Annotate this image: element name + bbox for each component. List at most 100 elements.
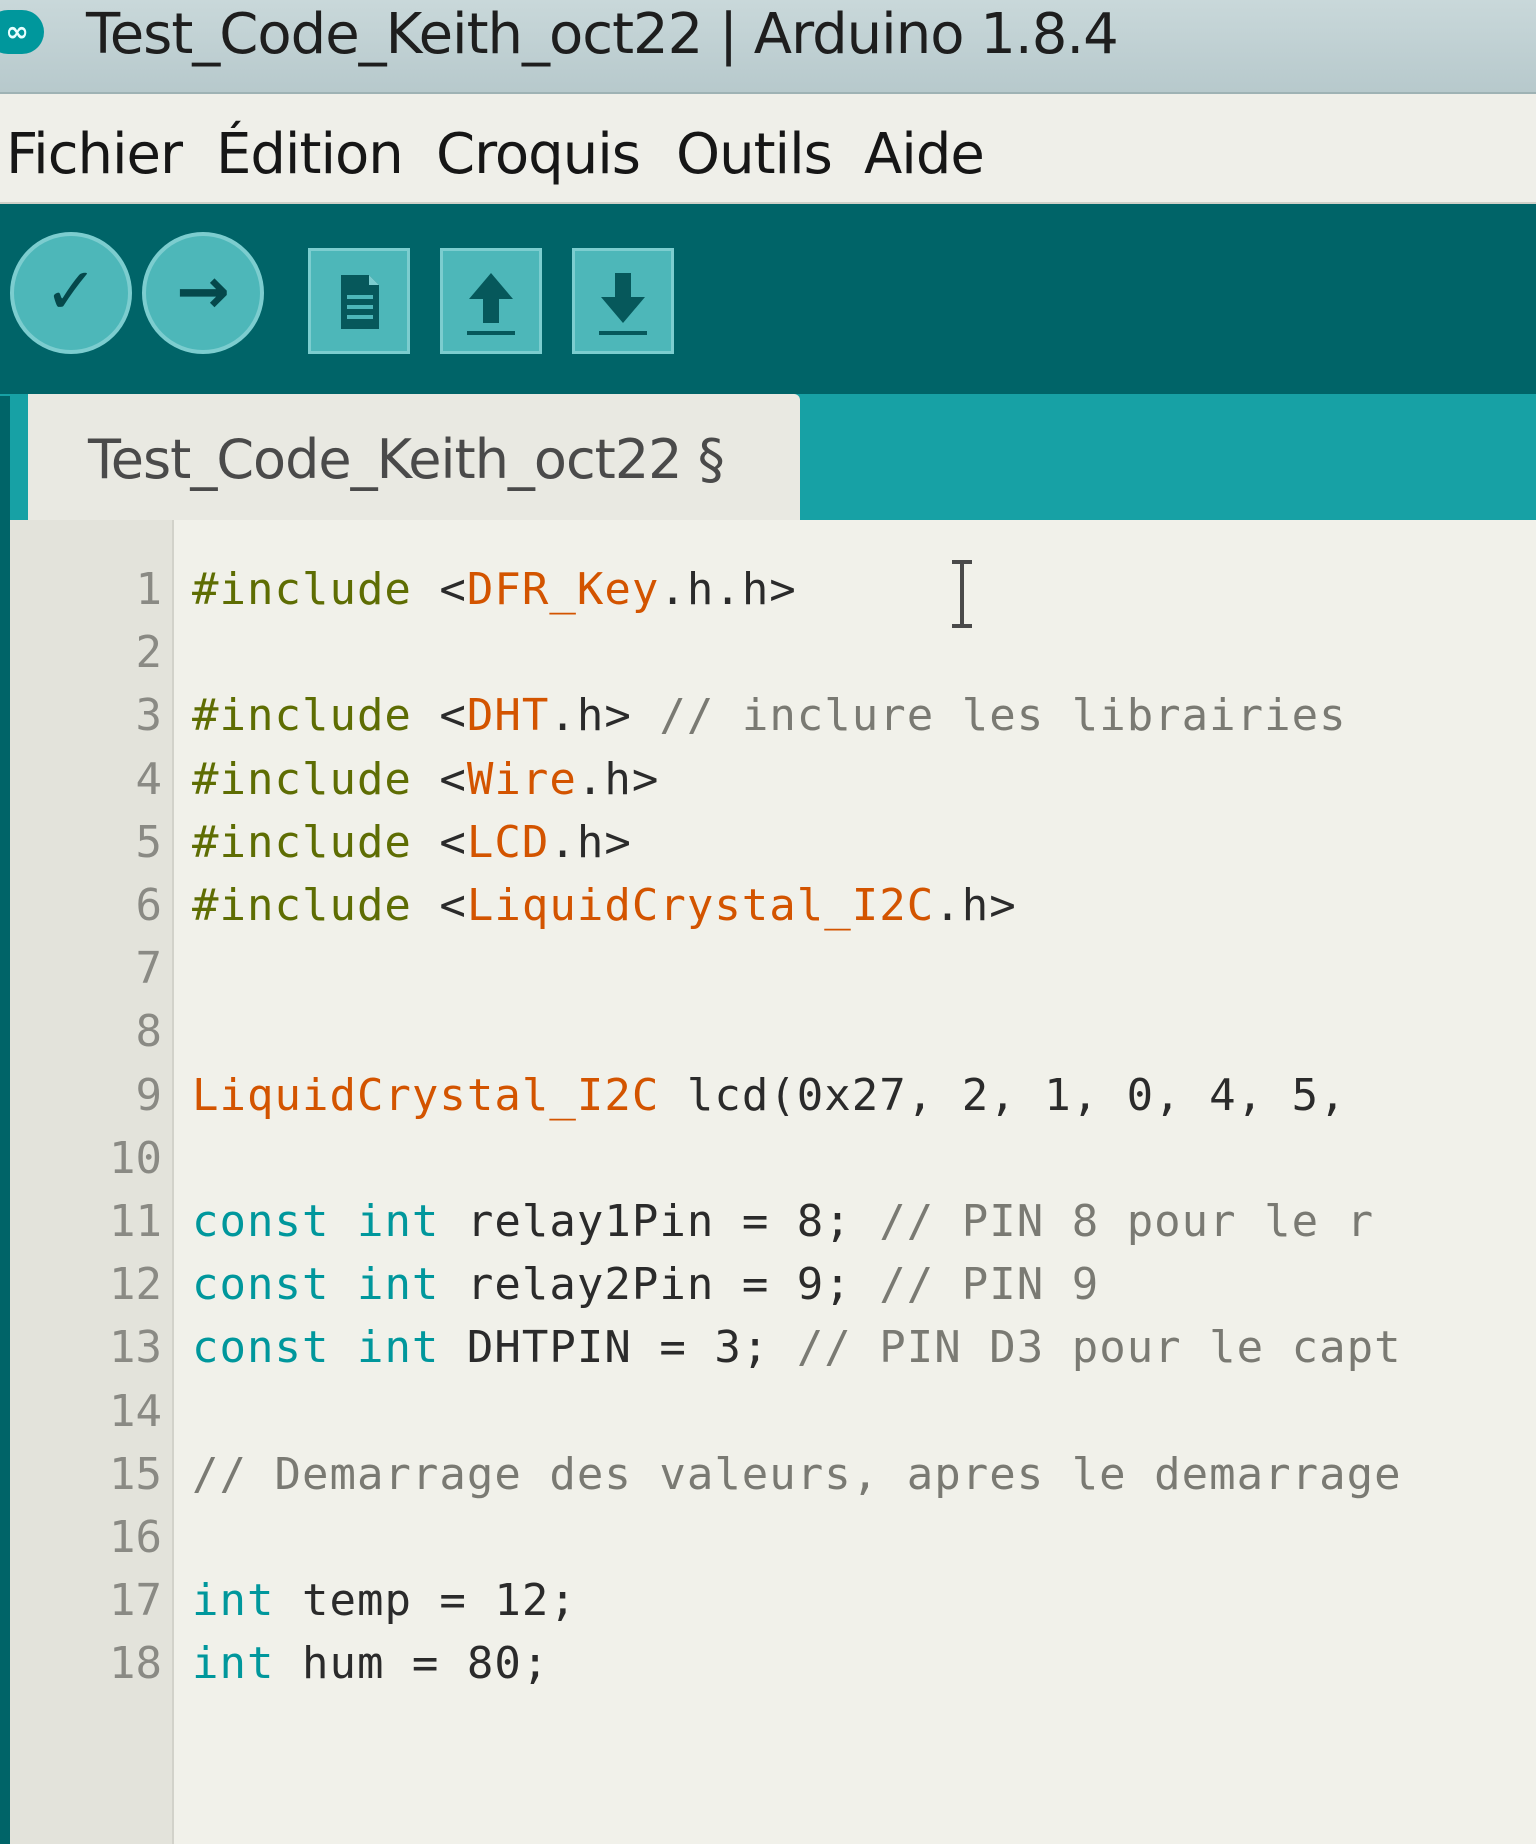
code-token: .h> bbox=[934, 880, 1017, 931]
tab-sketch[interactable]: Test_Code_Keith_oct22 § bbox=[28, 394, 800, 520]
menu-croquis[interactable]: Croquis bbox=[436, 122, 641, 187]
code-token: // Demarrage des valeurs, apres le demar… bbox=[192, 1448, 1402, 1500]
toolbar: ✓ → bbox=[0, 204, 1536, 394]
code-line: #include <Wire.h> bbox=[192, 750, 659, 810]
code-token: relay2Pin = 9; bbox=[439, 1259, 880, 1311]
code-token: #include bbox=[192, 564, 412, 615]
line-number: 17 bbox=[109, 1575, 162, 1627]
code-editor[interactable]: 1 2 3 4 5 6 7 8 9 10 11 12 13 14 15 16 17 18 #include <DF… bbox=[0, 520, 1536, 1844]
menu-bar: Fichier Édition Croquis Outils Aide bbox=[0, 94, 1536, 204]
code-line: // Demarrage des valeurs, apres le demar… bbox=[192, 1445, 1402, 1505]
code-token: LCD bbox=[466, 816, 550, 868]
code-line: #include <DHT.h> // inclure les librairi… bbox=[192, 686, 1347, 746]
line-number: 9 bbox=[135, 1069, 163, 1121]
line-number: 8 bbox=[135, 1006, 163, 1058]
code-token: < bbox=[411, 753, 467, 805]
code-token: int bbox=[356, 1259, 440, 1311]
arduino-ide-window: ∞ Test_Code_Keith_oct22 | Arduino 1.8.4 … bbox=[0, 0, 1536, 1844]
code-line: #include <LiquidCrystal_I2C.h> bbox=[192, 876, 1017, 936]
code-line: #include <LCD.h> bbox=[192, 813, 632, 873]
line-number: 16 bbox=[109, 1512, 162, 1563]
code-token: int bbox=[356, 1196, 440, 1247]
menu-aide[interactable]: Aide bbox=[864, 122, 985, 187]
line-number: 6 bbox=[135, 880, 163, 931]
code-token: // PIN 9 bbox=[879, 1259, 1100, 1311]
code-line: const int relay2Pin = 9; // PIN 9 bbox=[192, 1255, 1099, 1315]
upload-button[interactable]: → bbox=[142, 232, 264, 354]
code-line: int hum = 80; bbox=[192, 1634, 549, 1694]
tab-strip: Test_Code_Keith_oct22 § bbox=[0, 394, 1536, 520]
code-token: const bbox=[192, 1259, 330, 1311]
code-token: const bbox=[192, 1322, 330, 1374]
line-number: 3 bbox=[135, 690, 163, 742]
code-line: const int DHTPIN = 3; // PIN D3 pour le … bbox=[192, 1318, 1402, 1378]
code-token: .h.h> bbox=[659, 564, 797, 615]
code-token: DHT bbox=[466, 690, 550, 742]
line-number: 14 bbox=[109, 1385, 162, 1437]
code-token: DHTPIN = 3; bbox=[439, 1322, 797, 1374]
line-number: 4 bbox=[135, 753, 163, 805]
arduino-logo-icon: ∞ bbox=[0, 10, 44, 54]
code-token: Wire bbox=[466, 753, 577, 805]
window-title: Test_Code_Keith_oct22 | Arduino 1.8.4 bbox=[86, 2, 1119, 67]
code-token: .h> bbox=[576, 753, 660, 805]
code-line: #include <DFR_Key.h.h> bbox=[192, 560, 797, 620]
arrow-up-icon bbox=[467, 273, 515, 335]
code-token: LiquidCrystal_I2C bbox=[466, 880, 935, 931]
code-token: temp = 12; bbox=[274, 1575, 577, 1627]
save-button[interactable] bbox=[572, 248, 674, 354]
menu-edition[interactable]: Édition bbox=[216, 122, 404, 187]
code-token: DFR_Key bbox=[466, 564, 660, 615]
new-button[interactable] bbox=[308, 248, 410, 354]
line-number: 11 bbox=[109, 1196, 162, 1247]
code-token: int bbox=[356, 1322, 440, 1374]
menu-fichier[interactable]: Fichier bbox=[6, 122, 183, 187]
code-line: int temp = 12; bbox=[192, 1571, 577, 1631]
line-number: 15 bbox=[109, 1448, 162, 1500]
document-icon bbox=[341, 275, 379, 329]
code-token: < bbox=[411, 880, 467, 931]
code-token: hum = 80; bbox=[274, 1638, 550, 1690]
code-token: < bbox=[411, 690, 467, 742]
code-token: < bbox=[411, 564, 467, 615]
arrow-right-icon: → bbox=[176, 255, 230, 329]
code-token: LiquidCrystal_I2C bbox=[192, 1069, 660, 1121]
code-token: .h> bbox=[549, 816, 632, 868]
line-number: 10 bbox=[109, 1132, 162, 1184]
line-number: 13 bbox=[109, 1322, 162, 1374]
open-button[interactable] bbox=[440, 248, 542, 354]
window-left-edge bbox=[0, 396, 10, 1844]
code-token: lcd(0x27, 2, 1, 0, 4, 5, bbox=[659, 1069, 1347, 1121]
line-number: 5 bbox=[135, 816, 163, 868]
code-token: // inclure les librairies bbox=[659, 690, 1347, 742]
arrow-down-icon bbox=[599, 273, 647, 335]
line-number: 1 bbox=[135, 564, 163, 615]
check-icon: ✓ bbox=[44, 255, 98, 329]
line-number: 12 bbox=[109, 1259, 162, 1311]
code-token: #include bbox=[192, 753, 412, 805]
code-token: .h> bbox=[549, 690, 660, 742]
line-number-gutter: 1 2 3 4 5 6 7 8 9 10 11 12 13 14 15 16 17 18 bbox=[0, 520, 174, 1844]
tab-label: Test_Code_Keith_oct22 § bbox=[88, 428, 725, 491]
code-token: #include bbox=[192, 690, 412, 742]
line-number: 2 bbox=[135, 627, 163, 679]
menu-outils[interactable]: Outils bbox=[676, 122, 833, 187]
line-number: 7 bbox=[135, 943, 163, 995]
code-token: int bbox=[192, 1638, 275, 1690]
code-token: int bbox=[192, 1575, 275, 1627]
code-token: #include bbox=[192, 880, 412, 931]
line-number: 18 bbox=[109, 1638, 162, 1690]
code-line: LiquidCrystal_I2C lcd(0x27, 2, 1, 0, 4, … bbox=[192, 1066, 1347, 1126]
code-token: // PIN D3 pour le capt bbox=[796, 1322, 1402, 1374]
verify-button[interactable]: ✓ bbox=[10, 232, 132, 354]
code-line: const int relay1Pin = 8; // PIN 8 pour l… bbox=[192, 1192, 1374, 1252]
code-token: < bbox=[411, 816, 467, 868]
code-token: const bbox=[192, 1196, 330, 1247]
code-token: #include bbox=[192, 816, 412, 868]
code-token: relay1Pin = 8; bbox=[439, 1196, 880, 1247]
code-token: // PIN 8 pour le r bbox=[879, 1196, 1375, 1247]
text-cursor-icon bbox=[952, 560, 972, 628]
